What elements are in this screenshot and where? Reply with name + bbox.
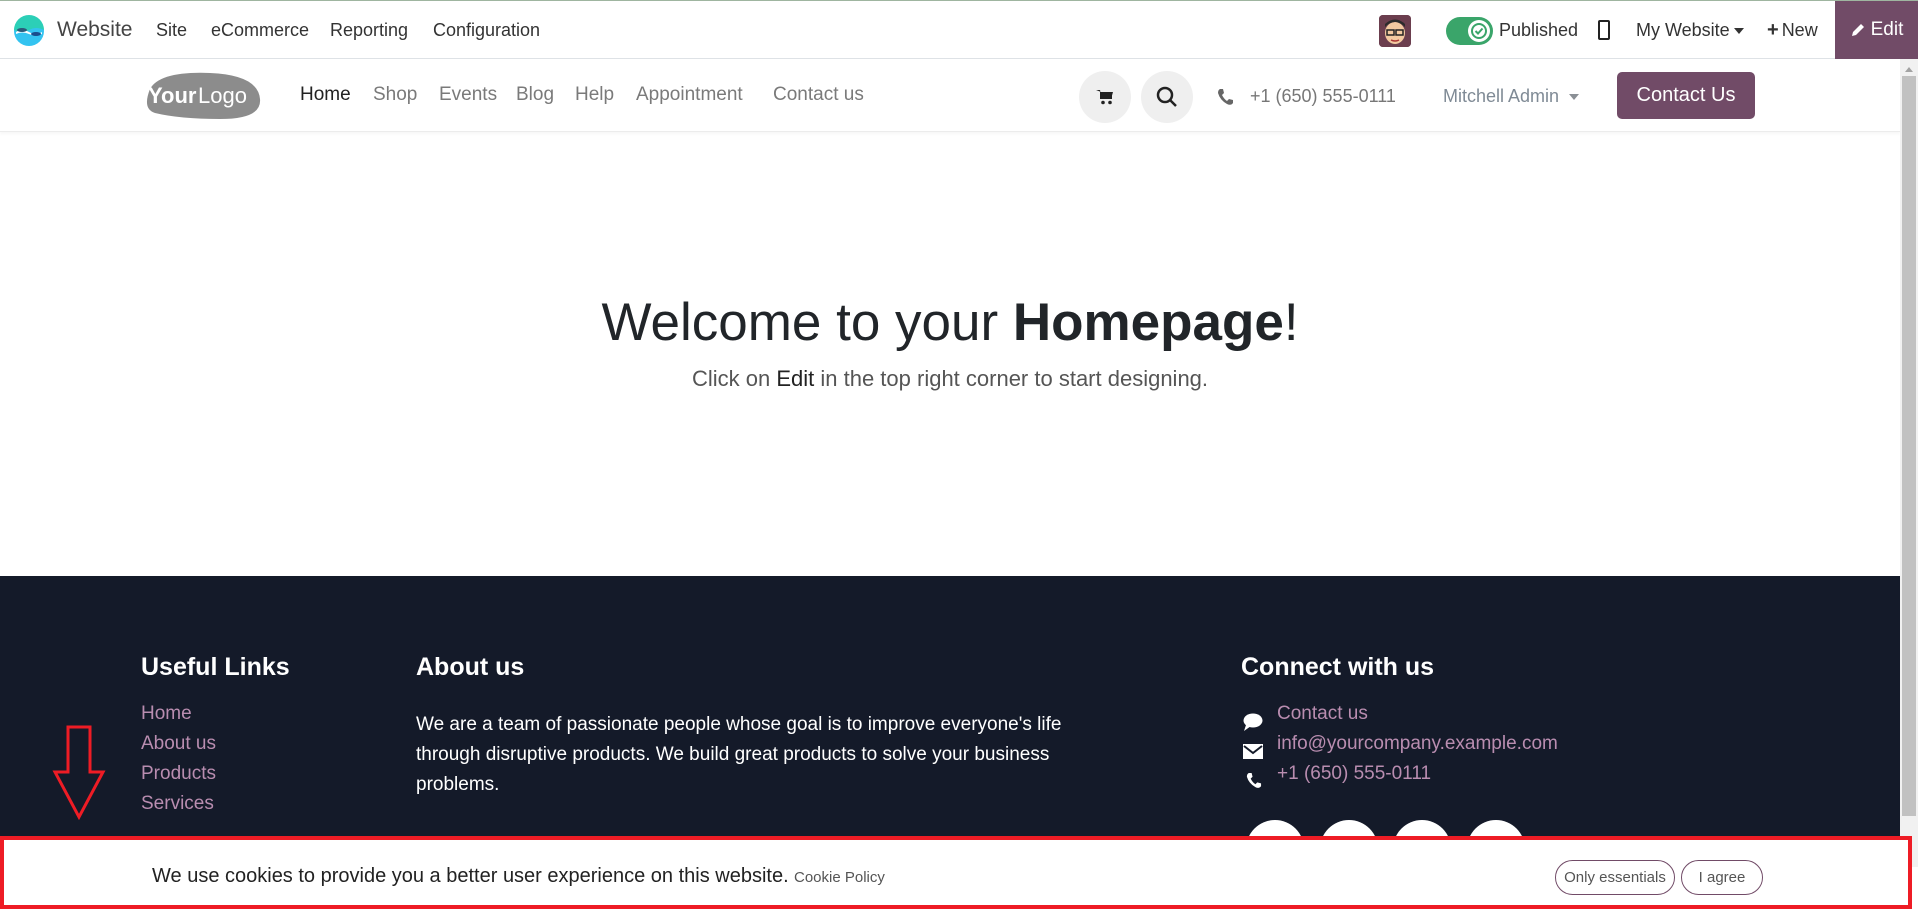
pencil-icon xyxy=(1851,24,1864,36)
user-name: Mitchell Admin xyxy=(1443,86,1560,106)
cart-icon xyxy=(1096,90,1113,105)
search-icon xyxy=(1156,86,1177,107)
logo-text-light: Logo xyxy=(198,83,247,108)
logo-text-bold: Your xyxy=(148,83,197,108)
hero-title-bold: Homepage xyxy=(1012,293,1284,352)
website-selector-label: My Website xyxy=(1636,20,1730,40)
nav-home[interactable]: Home xyxy=(300,84,351,106)
phone-icon xyxy=(1246,772,1262,788)
caret-down-icon xyxy=(1733,28,1744,35)
scroll-thumb[interactable] xyxy=(1902,76,1916,816)
useful-links-heading: Useful Links xyxy=(141,653,290,681)
cookie-consent-bar: We use cookies to provide you a better u… xyxy=(0,836,1912,909)
mobile-preview-icon[interactable] xyxy=(1598,20,1610,40)
footer-phone[interactable]: +1 (650) 555-0111 xyxy=(1277,763,1431,785)
nav-shop[interactable]: Shop xyxy=(373,84,417,106)
site-logo[interactable]: Your Logo xyxy=(140,69,262,121)
footer-link-products[interactable]: Products xyxy=(141,763,216,785)
phone-icon xyxy=(1218,89,1233,105)
new-button[interactable]: + New xyxy=(1767,19,1818,42)
footer-link-services[interactable]: Services xyxy=(141,793,214,815)
published-label[interactable]: Published xyxy=(1499,20,1578,41)
caret-down-icon xyxy=(1569,94,1580,101)
footer-link-home[interactable]: Home xyxy=(141,703,192,725)
website-selector[interactable]: My Website xyxy=(1636,20,1744,41)
hero-sub-after: in the top right corner to start designi… xyxy=(814,366,1209,391)
hero-sub-before: Click on xyxy=(691,366,777,391)
only-essentials-button[interactable]: Only essentials xyxy=(1555,860,1675,895)
avatar-face-icon xyxy=(1379,15,1411,47)
connect-heading: Connect with us xyxy=(1241,653,1435,681)
footer-link-about-us[interactable]: About us xyxy=(141,733,216,755)
toggle-knob xyxy=(1468,20,1490,42)
backend-topbar: Website Site eCommerce Reporting Configu… xyxy=(0,0,1918,59)
menu-ecommerce[interactable]: eCommerce xyxy=(211,20,309,41)
user-menu[interactable]: Mitchell Admin xyxy=(1443,86,1580,107)
footer: Useful Links Home About us Products Serv… xyxy=(0,576,1900,878)
scroll-up-arrow-icon[interactable] xyxy=(1905,67,1913,72)
website-app-icon[interactable] xyxy=(13,15,45,47)
nav-blog[interactable]: Blog xyxy=(516,84,554,106)
nav-events[interactable]: Events xyxy=(439,84,497,106)
search-button[interactable] xyxy=(1141,71,1193,123)
about-us-heading: About us xyxy=(416,653,525,681)
about-us-text: We are a team of passionate people whose… xyxy=(416,714,1062,795)
edit-button-label: Edit xyxy=(1870,19,1904,40)
cart-button[interactable] xyxy=(1079,71,1131,123)
edit-button[interactable]: Edit xyxy=(1835,1,1918,59)
menu-configuration[interactable]: Configuration xyxy=(433,20,540,41)
plus-icon: + xyxy=(1767,19,1779,41)
i-agree-button[interactable]: I agree xyxy=(1681,860,1763,895)
check-icon xyxy=(1471,23,1487,39)
website-header: Your Logo Home Shop Events Blog Help App… xyxy=(0,59,1900,132)
nav-contact-us[interactable]: Contact us xyxy=(773,84,864,106)
screen: Website Site eCommerce Reporting Configu… xyxy=(0,0,1918,909)
published-toggle[interactable] xyxy=(1446,17,1493,45)
comment-icon xyxy=(1243,713,1263,731)
hero-sub-bold: Edit xyxy=(776,366,815,391)
hero-title-end: ! xyxy=(1283,293,1299,352)
header-phone[interactable]: +1 (650) 555-0111 xyxy=(1250,86,1396,107)
menu-site[interactable]: Site xyxy=(156,20,187,41)
hero-subtitle: Click on Edit in the top right corner to… xyxy=(0,366,1900,392)
cookie-policy-link[interactable]: Cookie Policy xyxy=(794,869,885,886)
footer-contact-us[interactable]: Contact us xyxy=(1277,703,1368,725)
menu-reporting[interactable]: Reporting xyxy=(330,20,408,41)
hero-title: Welcome to your Homepage! xyxy=(0,292,1900,353)
page-scrollbar[interactable] xyxy=(1900,59,1918,867)
envelope-icon xyxy=(1243,744,1263,759)
contact-us-button[interactable]: Contact Us xyxy=(1617,72,1755,119)
app-name[interactable]: Website xyxy=(57,18,132,42)
footer-email[interactable]: info@yourcompany.example.com xyxy=(1277,733,1558,755)
new-button-label: New xyxy=(1781,20,1818,40)
hero-title-regular: Welcome to your xyxy=(601,293,1013,352)
nav-help[interactable]: Help xyxy=(575,84,614,106)
annotation-down-arrow-icon xyxy=(52,725,106,820)
cookie-message: We use cookies to provide you a better u… xyxy=(152,865,789,887)
nav-appointment[interactable]: Appointment xyxy=(636,84,743,106)
user-avatar[interactable] xyxy=(1379,15,1411,47)
